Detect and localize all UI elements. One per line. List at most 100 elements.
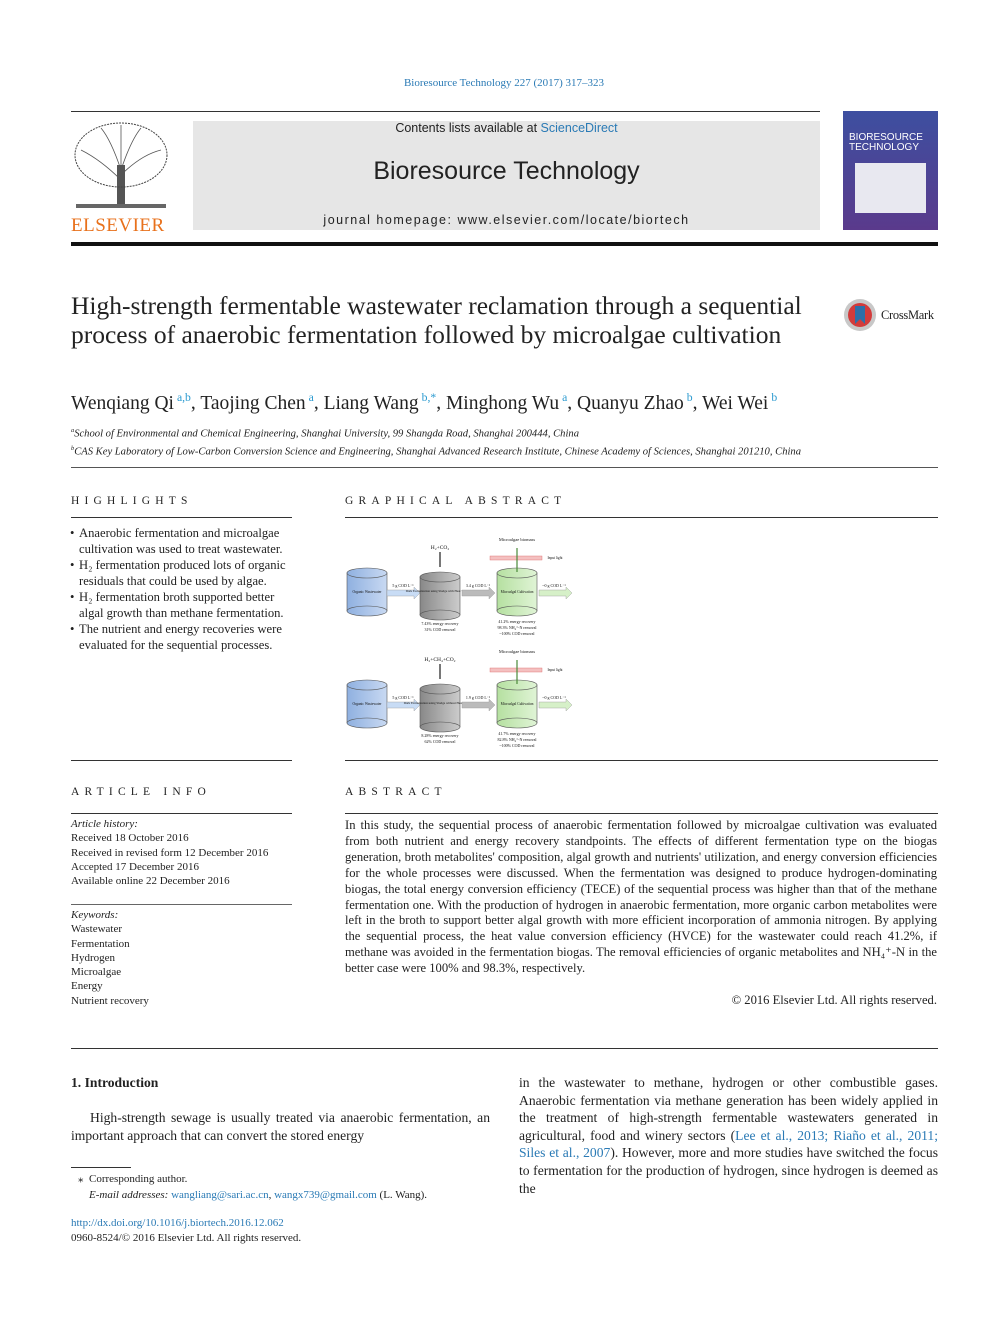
email-link[interactable]: wangliang@sari.ac.cn xyxy=(171,1189,268,1201)
abstract-text: In this study, the sequential process of… xyxy=(345,818,937,976)
biomass-label: Microalgae biomass xyxy=(499,649,536,654)
reference-link[interactable]: Siles et al., 2007 xyxy=(519,1145,610,1160)
graphical-abstract-figure: Organic Wastewater 5 g COD L⁻¹ Dark Fermen… xyxy=(340,530,590,755)
fermentation-tank xyxy=(419,688,461,728)
graphical-abstract-svg: Organic Wastewater5 g COD L⁻¹Dark Fermen… xyxy=(346,537,573,748)
gas-label: H₂+CO₂ xyxy=(431,545,450,551)
output-arrow xyxy=(538,586,573,600)
author[interactable]: Wei Wei b xyxy=(702,391,777,414)
fermentation-tank-top xyxy=(419,571,461,583)
introduction-heading: 1. Introduction xyxy=(71,1075,159,1090)
output-arrow xyxy=(538,698,573,712)
reference-link[interactable]: Lee et al., 2013; xyxy=(735,1128,828,1143)
algae-stat: 41.7% energy recovery xyxy=(498,731,535,736)
fermentation-tank-bottom xyxy=(419,609,461,621)
crossmark-icon xyxy=(844,299,876,331)
wastewater-tank-bottom xyxy=(346,605,388,617)
author[interactable]: Liang Wang b,* xyxy=(324,391,437,414)
wastewater-tank-bottom xyxy=(346,717,388,729)
keywords: Keywords: Wastewater Fermentation Hydrog… xyxy=(71,908,149,1008)
algae-stat: ~100% COD removal xyxy=(499,631,535,636)
author[interactable]: Wenqiang Qi a,b xyxy=(71,391,191,414)
issn-line: 0960-8524/© 2016 Elsevier Ltd. All right… xyxy=(71,1232,302,1244)
journal-title: Bioresource Technology xyxy=(373,157,640,185)
history-online: Available online 22 December 2016 xyxy=(71,875,230,888)
email-link[interactable]: wangx739@gmail.com xyxy=(274,1189,377,1201)
footnote: ⁎ Corresponding author. E-mail addresses… xyxy=(78,1171,427,1203)
journal-cover: BIORESOURCE TECHNOLOGY xyxy=(843,111,938,230)
keyword: Energy xyxy=(71,980,103,993)
corresponding-author-note: ⁎ Corresponding author. xyxy=(78,1173,188,1185)
wastewater-tank-top xyxy=(346,679,388,691)
history-received: Received 18 October 2016 xyxy=(71,832,189,845)
effluent-label: 3.4 g COD L⁻¹ xyxy=(466,583,491,588)
abstract-rule xyxy=(345,813,938,814)
reference-link[interactable]: Riaño et al., 2011; xyxy=(833,1128,938,1143)
article-info-heading: ARTICLE INFO xyxy=(71,786,211,798)
fermentation-tank xyxy=(419,576,461,616)
history-accepted: Accepted 17 December 2016 xyxy=(71,860,199,873)
header-divider xyxy=(71,467,938,468)
email-note: E-mail addresses: wangliang@sari.ac.cn, … xyxy=(89,1189,428,1201)
algae-stat: ~100% COD removal xyxy=(499,743,535,748)
graphical-abstract-rule xyxy=(345,517,938,518)
elsevier-logo: ELSEVIER xyxy=(71,120,171,236)
algae-stat: 98.3% NH₄⁺-N removal xyxy=(498,625,538,630)
contents-line: Contents lists available at ScienceDirec… xyxy=(193,121,820,135)
affiliation-a: aSchool of Environmental and Chemical En… xyxy=(71,427,580,440)
abstract-copyright: © 2016 Elsevier Ltd. All rights reserved… xyxy=(731,993,937,1007)
light-bar xyxy=(489,555,543,561)
article-info-rule xyxy=(71,813,292,814)
doi-block: http://dx.doi.org/10.1016/j.biortech.201… xyxy=(71,1216,301,1246)
highlights-rule xyxy=(71,517,292,518)
crossmark-button[interactable]: CrossMark xyxy=(843,298,934,332)
feed-label: 5 g COD L⁻¹ xyxy=(392,695,414,700)
highlight-item: H₂ fermentation produced lots of organic… xyxy=(70,557,293,589)
thick-rule xyxy=(71,242,938,246)
tank-label: Organic Wastewater xyxy=(352,702,382,706)
journal-homepage[interactable]: journal homepage: www.elsevier.com/locat… xyxy=(193,213,820,227)
author[interactable]: Quanyu Zhao b xyxy=(577,391,693,414)
algae-stat: 82.8% NH₄⁺-N removal xyxy=(498,737,538,742)
keyword: Hydrogen xyxy=(71,951,115,964)
crossmark-label: CrossMark xyxy=(881,307,934,322)
highlights-list: Anaerobic fermentation and microalgae cu… xyxy=(70,525,293,653)
introduction-left-text: High-strength sewage is usually treated … xyxy=(71,1110,490,1143)
light-bar xyxy=(489,667,543,673)
affiliations: aSchool of Environmental and Chemical En… xyxy=(71,424,801,459)
tank-label: Microalgal Cultivation xyxy=(501,702,534,706)
author[interactable]: Taojing Chen a xyxy=(200,391,314,414)
fermentation-tank-top xyxy=(419,683,461,695)
highlight-item: H₂ fermentation broth supported better a… xyxy=(70,589,293,621)
history-revised: Received in revised form 12 December 201… xyxy=(71,846,269,859)
introduction-right-text: in the wastewater to methane, hydrogen o… xyxy=(519,1074,938,1197)
light-label: Input light xyxy=(547,668,562,672)
tank-label: Organic Wastewater xyxy=(352,590,382,594)
footnote-rule xyxy=(71,1167,131,1168)
fermentation-stat: 8.28% energy recovery xyxy=(421,733,458,738)
keywords-rule xyxy=(71,904,292,905)
fermentation-stat: 31% COD removal xyxy=(425,627,457,632)
abstract-bottom-rule xyxy=(71,1048,938,1049)
journal-citation-link[interactable]: Bioresource Technology 227 (2017) 317–32… xyxy=(0,77,992,89)
keywords-label: Keywords: xyxy=(71,909,119,921)
tank-label: Microalgal Cultivation xyxy=(501,590,534,594)
highlights-bottom-rule xyxy=(71,760,292,761)
top-rule xyxy=(71,111,820,112)
sciencedirect-link[interactable]: ScienceDirect xyxy=(541,121,618,135)
doi-link[interactable]: http://dx.doi.org/10.1016/j.biortech.201… xyxy=(71,1216,301,1231)
keyword: Fermentation xyxy=(71,937,130,950)
algae-tank-bottom xyxy=(496,717,538,729)
gas-label: H₂+CH₄+CO₂ xyxy=(424,657,455,663)
fermentation-stat: 7.43% energy recovery xyxy=(421,621,458,626)
highlights-heading: HIGHLIGHTS xyxy=(71,495,193,507)
author[interactable]: Minghong Wu a xyxy=(446,391,567,414)
article-history: Article history: Received 18 October 201… xyxy=(71,817,268,888)
abstract-heading: ABSTRACT xyxy=(345,786,447,798)
fermentation-tank-bottom xyxy=(419,721,461,733)
elsevier-tree-icon xyxy=(74,122,168,208)
light-label: Input light xyxy=(547,556,562,560)
keyword: Nutrient recovery xyxy=(71,994,149,1007)
author-list: Wenqiang Qi a,b, Taojing Chen a, Liang Wan… xyxy=(71,391,778,414)
cover-title: BIORESOURCE TECHNOLOGY xyxy=(849,132,923,153)
